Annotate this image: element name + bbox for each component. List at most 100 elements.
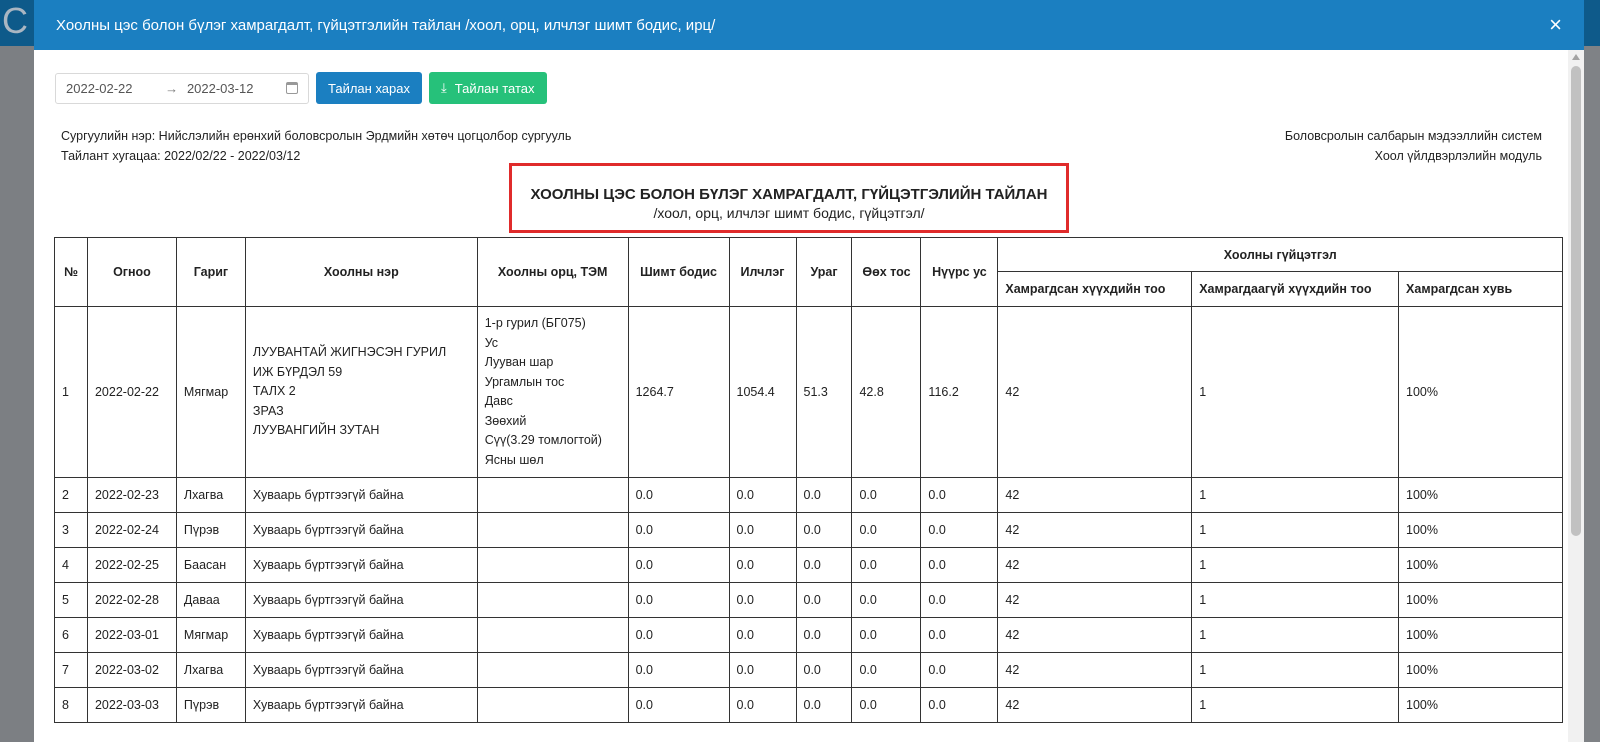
cell-nutrient: 0.0 (627, 652, 730, 688)
modal-header: Хоолны цэс болон бүлэг хамрагдалт, гүйцэ… (34, 0, 1584, 50)
cell-not-covered: 1 (1191, 652, 1400, 688)
col-header-carb: Нүүрс ус (920, 237, 999, 307)
cell-protein: 0.0 (795, 477, 853, 513)
col-header-not-covered: Хамрагдаагүй хүүхдийн тоо (1191, 271, 1400, 307)
cell-rate: 100% (1398, 306, 1563, 478)
cell-food: Хуваарь бүртгээгүй байна (244, 617, 478, 653)
table-row: 4 2022-02-25 Баасан Хуваарь бүртгээгүй байн… (54, 547, 1563, 583)
download-report-button[interactable]: ⤓ Тайлан татах (429, 72, 547, 104)
cell-food-line: ЗРАЗ (252, 403, 284, 418)
cell-ingredients-line: Зөөхий (484, 413, 527, 428)
cell-food-line: Хуваарь бүртгээгүй байна (252, 663, 404, 677)
cell-nutrient: 1264.7 (627, 306, 730, 478)
date-from-input[interactable]: 2022-02-22 (66, 81, 165, 96)
table-row: 6 2022-03-01 Мягмар Хуваарь бүртгээгүй байн… (54, 617, 1563, 653)
cell-day: Мягмар (175, 617, 246, 653)
cell-not-covered: 1 (1191, 306, 1400, 478)
cell-date: 2022-03-02 (86, 652, 177, 688)
cell-day: Баасан (175, 547, 246, 583)
report-modal: Хоолны цэс болон бүлэг хамрагдалт, гүйцэ… (34, 0, 1584, 742)
cell-day: Пүрэв (175, 512, 246, 548)
cell-ingredients-line: Ясны шөл (484, 452, 544, 467)
cell-food: Хуваарь бүртгээгүй байна (244, 687, 478, 723)
report-title-box: ХООЛНЫ ЦЭС БОЛОН БҮЛЭГ ХАМРАГДАЛТ, ГҮЙЦЭ… (509, 163, 1069, 233)
report-table: № Огноо Гариг Хоолны нэр Хоолны орц, ТЭМ… (54, 237, 1563, 723)
cell-no: 7 (54, 652, 88, 688)
cell-covered: 42 (997, 687, 1193, 723)
cell-not-covered: 1 (1191, 547, 1400, 583)
col-header-nutrient: Шимт бодис (627, 237, 730, 307)
cell-ingredients (476, 687, 629, 723)
cell-ingredients (476, 652, 629, 688)
cell-covered: 42 (997, 582, 1193, 618)
cell-food-line: ИЖ БҮРДЭЛ 59 (252, 364, 343, 379)
scrollbar-thumb[interactable] (1571, 66, 1581, 536)
col-header-performance: Хоолны гүйцэтгэл (997, 237, 1563, 272)
cell-protein: 0.0 (795, 582, 853, 618)
cell-rate: 100% (1398, 652, 1563, 688)
report-table-body: 1 2022-02-22 Мягмар ЛУУВАНТАЙ ЖИГНЭСЭН ГУРИ… (54, 306, 1563, 723)
cell-date: 2022-02-22 (86, 306, 177, 478)
cell-date: 2022-02-28 (86, 582, 177, 618)
cell-calorie: 0.0 (728, 547, 797, 583)
cell-fat: 0.0 (851, 687, 922, 723)
cell-ingredients (476, 617, 629, 653)
col-header-date: Огноо (86, 237, 177, 307)
col-header-calorie: Илчлэг (728, 237, 797, 307)
school-name: Сургуулийн нэр: Нийслэлийн ерөнхий болов… (61, 129, 572, 143)
date-range-picker[interactable]: 2022-02-22 → 2022-03-12 (55, 72, 309, 104)
table-row: 3 2022-02-24 Пүрэв Хуваарь бүртгээгүй байна… (54, 512, 1563, 548)
table-row: 1 2022-02-22 Мягмар ЛУУВАНТАЙ ЖИГНЭСЭН ГУРИ… (54, 306, 1563, 478)
report-title: ХООЛНЫ ЦЭС БОЛОН БҮЛЭГ ХАМРАГДАЛТ, ГҮЙЦЭ… (530, 186, 1048, 203)
download-icon: ⤓ (441, 80, 447, 95)
scroll-up-icon[interactable] (1572, 54, 1580, 60)
cell-calorie: 0.0 (728, 512, 797, 548)
modal-title: Хоолны цэс болон бүлэг хамрагдалт, гүйцэ… (56, 16, 716, 34)
cell-date: 2022-02-25 (86, 547, 177, 583)
cell-rate: 100% (1398, 617, 1563, 653)
cell-no: 2 (54, 477, 88, 513)
cell-ingredients (476, 512, 629, 548)
cell-no: 4 (54, 547, 88, 583)
cell-not-covered: 1 (1191, 582, 1400, 618)
cell-covered: 42 (997, 306, 1193, 478)
close-icon[interactable]: × (1549, 14, 1562, 36)
cell-fat: 0.0 (851, 582, 922, 618)
cell-covered: 42 (997, 547, 1193, 583)
cell-carb: 0.0 (920, 512, 999, 548)
cell-ingredients-line: Сүү(3.29 томлогтой) (484, 433, 602, 447)
cell-no: 8 (54, 687, 88, 723)
cell-fat: 0.0 (851, 477, 922, 513)
cell-ingredients-line: Лууван шар (484, 355, 554, 369)
cell-food: Хуваарь бүртгээгүй байна (244, 512, 478, 548)
cell-carb: 116.2 (920, 306, 999, 478)
cell-rate: 100% (1398, 582, 1563, 618)
report-toolbar: 2022-02-22 → 2022-03-12 Тайлан харах ⤓ Т… (55, 72, 547, 104)
cell-day: Лхагва (175, 477, 246, 513)
cell-food: Хуваарь бүртгээгүй байна (244, 582, 478, 618)
cell-covered: 42 (997, 477, 1193, 513)
cell-fat: 0.0 (851, 617, 922, 653)
cell-carb: 0.0 (920, 477, 999, 513)
cell-calorie: 1054.4 (728, 306, 797, 478)
cell-food: Хуваарь бүртгээгүй байна (244, 652, 478, 688)
calendar-icon[interactable] (286, 82, 298, 94)
modal-scrollbar[interactable] (1568, 50, 1584, 742)
cell-food: ЛУУВАНТАЙ ЖИГНЭСЭН ГУРИЛ ИЖ БҮРДЭЛ 59 ТАЛХ… (244, 306, 478, 478)
cell-food-line: Хуваарь бүртгээгүй байна (252, 488, 404, 502)
table-row: 5 2022-02-28 Даваа Хуваарь бүртгээгүй байна… (54, 582, 1563, 618)
cell-calorie: 0.0 (728, 617, 797, 653)
system-name: Боловсролын салбарын мэдээллийн систем (1284, 129, 1542, 143)
cell-food-line: Хуваарь бүртгээгүй байна (252, 593, 404, 607)
report-subtitle: /хоол, орц, илчлэг шимт бодис, гүйцэтгэл… (653, 205, 925, 221)
cell-nutrient: 0.0 (627, 512, 730, 548)
arrow-right-icon: → (165, 80, 179, 96)
cell-date: 2022-02-23 (86, 477, 177, 513)
cell-calorie: 0.0 (728, 687, 797, 723)
cell-protein: 0.0 (795, 547, 853, 583)
cell-food-line: ТАЛХ 2 (252, 384, 296, 399)
cell-no: 1 (54, 306, 88, 478)
background-logo: C (2, 0, 28, 41)
view-report-button[interactable]: Тайлан харах (316, 72, 422, 104)
date-to-input[interactable]: 2022-03-12 (187, 81, 282, 96)
